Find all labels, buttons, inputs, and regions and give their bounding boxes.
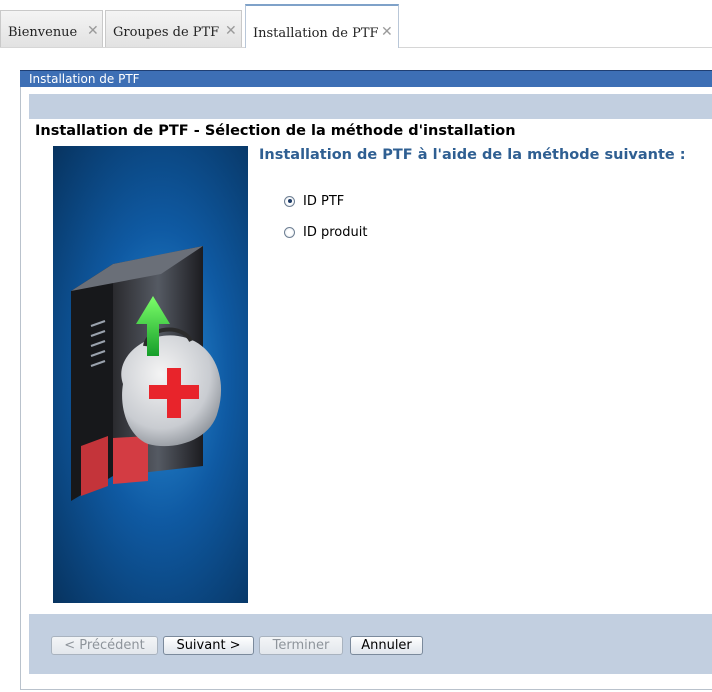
header-band [29,94,712,119]
close-icon[interactable]: ✕ [225,23,237,39]
tab-groupes-de-ptf[interactable]: Groupes de PTF ✕ [105,10,242,47]
method-prompt: Installation de PTF à l'aide de la métho… [259,147,686,163]
finish-button[interactable]: Terminer [259,636,343,655]
page-title: Installation de PTF - Sélection de la mé… [35,123,516,139]
close-icon[interactable]: ✕ [87,23,99,39]
radio-label: ID produit [303,224,368,240]
tab-installation-de-ptf[interactable]: Installation de PTF ✕ [245,4,399,48]
tab-label: Groupes de PTF [113,25,220,40]
close-icon[interactable]: ✕ [381,24,393,40]
portlet-title-bar: Installation de PTF [20,70,712,87]
radio-button[interactable] [284,226,295,238]
previous-button[interactable]: < Précédent [51,636,158,655]
next-button[interactable]: Suivant > [163,636,254,655]
radio-label: ID PTF [303,193,345,209]
tab-label: Bienvenue [8,25,78,40]
radio-button-checked[interactable] [284,195,295,207]
radio-option-id-ptf[interactable]: ID PTF [284,192,344,210]
radio-option-id-produit[interactable]: ID produit [284,223,367,241]
tab-bar: Bienvenue ✕ Groupes de PTF ✕ Installatio… [0,0,712,48]
server-upgrade-illustration [53,146,248,603]
tab-bienvenue[interactable]: Bienvenue ✕ [0,10,103,47]
cancel-button[interactable]: Annuler [350,636,423,655]
tab-label: Installation de PTF [253,26,379,41]
